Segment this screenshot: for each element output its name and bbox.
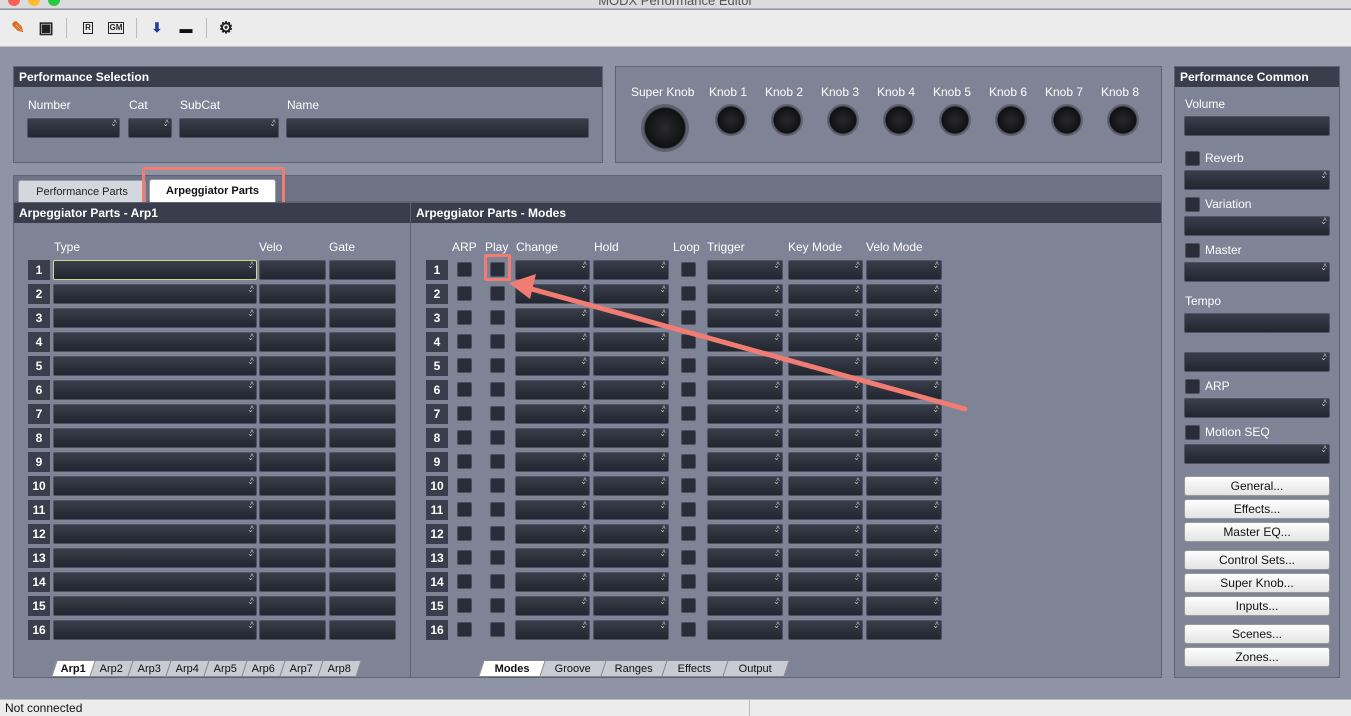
master-checkbox[interactable]: [1185, 243, 1200, 258]
master-eq-button[interactable]: Master EQ...: [1184, 522, 1330, 542]
arp-label: ARP: [1205, 379, 1230, 393]
tab-label: Modes: [494, 663, 530, 675]
variation-label: Variation: [1205, 197, 1252, 211]
arp-checkbox[interactable]: [1185, 379, 1200, 394]
variation-select[interactable]: [1184, 216, 1330, 236]
reverb-checkbox[interactable]: [1185, 151, 1200, 166]
status-divider: [749, 700, 750, 716]
scenes-button[interactable]: Scenes...: [1184, 624, 1330, 644]
effects-button[interactable]: Effects...: [1184, 499, 1330, 519]
annotation-arrow: [509, 274, 968, 412]
reverb-label: Reverb: [1205, 151, 1244, 165]
tab-label: Arp1: [60, 663, 86, 675]
tempo-field[interactable]: [1184, 313, 1330, 333]
connection-status: Not connected: [5, 701, 83, 715]
volume-field[interactable]: [1184, 116, 1330, 136]
master-label: Master: [1205, 243, 1242, 257]
zones-button[interactable]: Zones...: [1184, 647, 1330, 667]
motion-seq-label: Motion SEQ: [1205, 425, 1270, 439]
tempo-source-select[interactable]: [1184, 352, 1330, 372]
tab-modes[interactable]: Modes: [478, 660, 546, 677]
reverb-select[interactable]: [1184, 170, 1330, 190]
motion-seq-select[interactable]: [1184, 444, 1330, 464]
motion-seq-checkbox[interactable]: [1185, 425, 1200, 440]
master-select[interactable]: [1184, 262, 1330, 282]
tempo-label: Tempo: [1185, 294, 1222, 308]
inputs-button[interactable]: Inputs...: [1184, 596, 1330, 616]
arp-select[interactable]: [1184, 398, 1330, 418]
status-bar: Not connected: [0, 699, 1351, 716]
tab-arp1[interactable]: Arp1: [51, 660, 96, 677]
variation-checkbox[interactable]: [1185, 197, 1200, 212]
performance-common-title: Performance Common: [1175, 67, 1339, 87]
control-sets-button[interactable]: Control Sets...: [1184, 550, 1330, 570]
general-button[interactable]: General...: [1184, 476, 1330, 496]
volume-label: Volume: [1185, 97, 1226, 111]
performance-common-panel: Performance Common Volume Reverb Variati…: [1174, 66, 1340, 678]
super-knob-button[interactable]: Super Knob...: [1184, 573, 1330, 593]
